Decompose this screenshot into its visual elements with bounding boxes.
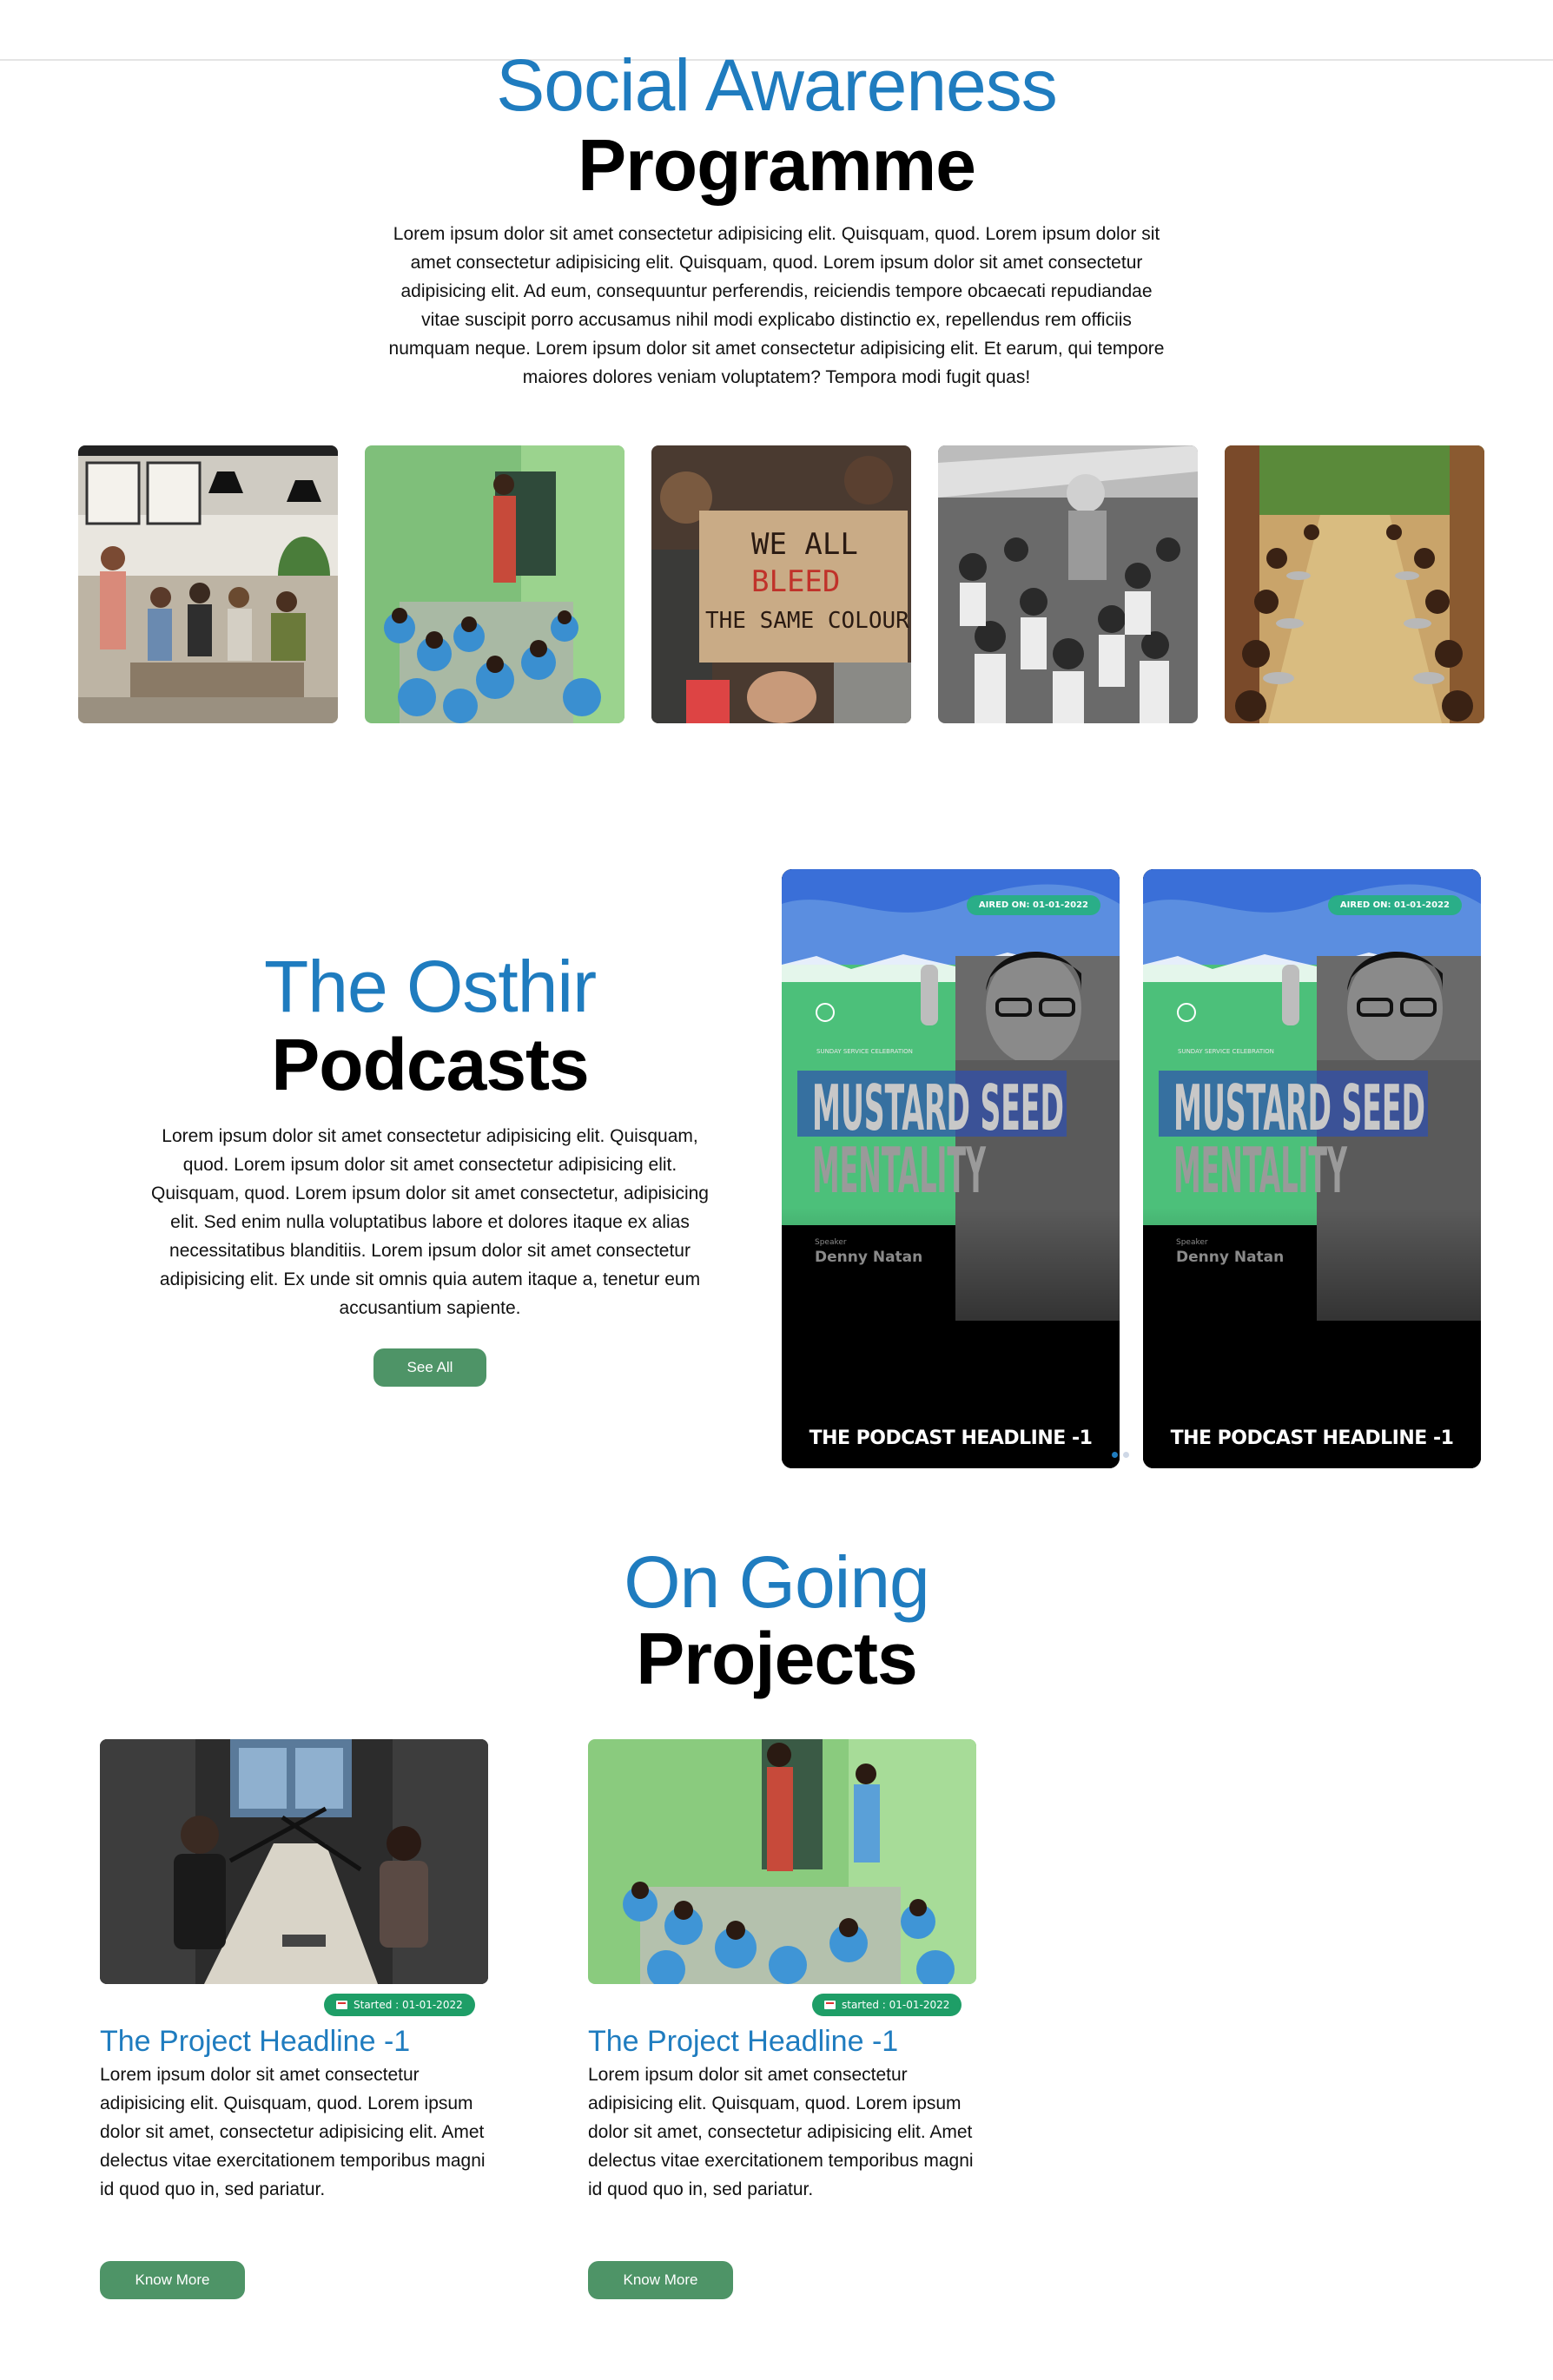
projects-heading: On Going Projects [0,1542,1553,1695]
aired-badge: AIRED ON: 01-01-2022 [966,895,1100,915]
classroom-children-photo[interactable] [365,445,625,723]
podcast-headline: THE PODCAST HEADLINE -1 [1170,1427,1454,1449]
project-title[interactable]: The Project Headline -1 [588,2025,898,2059]
sign-text-1: WE ALL [751,527,858,562]
workshop-photo[interactable] [78,445,338,723]
social-gallery: WE ALL BLEED THE SAME COLOUR [78,445,1485,723]
podcast-title-2: MENTALITY [812,1134,987,1207]
social-heading: Social Awareness Programme [0,43,1553,203]
podcasts-title-line1: The Osthir [263,946,597,1027]
podcasts-description: Lorem ipsum dolor sit amet consectetur a… [151,1126,709,1318]
podcast-card[interactable]: SUNDAY SERVICE CELEBRATION MUSTARD SEED … [782,869,1120,1468]
project-image-podcast-studio[interactable] [100,1739,488,1984]
see-all-button[interactable]: See All [373,1348,486,1387]
speaker-name: Denny Natan [815,1249,922,1266]
aired-badge: AIRED ON: 01-01-2022 [1327,895,1462,915]
speaker-label: Speaker [815,1238,847,1247]
project-description: Lorem ipsum dolor sit amet consectetur a… [588,2065,974,2199]
calendar-icon [336,2001,347,2009]
know-more-button[interactable]: Know More [100,2261,245,2299]
social-title-line2: Programme [578,124,976,206]
badge-text: started : 01-01-2022 [842,1999,950,2011]
social-title-line1: Social Awareness [496,44,1058,126]
know-more-button[interactable]: Know More [588,2261,733,2299]
project-start-badge: started : 01-01-2022 [812,1994,962,2016]
podcast-subtitle: SUNDAY SERVICE CELEBRATION [816,1048,913,1055]
calendar-icon [824,2001,836,2009]
podcasts-title-line2: Podcasts [271,1024,590,1105]
podcasts-heading: The Osthir Podcasts [83,946,777,1103]
children-meal-photo[interactable] [1225,445,1484,723]
protest-sign-photo[interactable]: WE ALL BLEED THE SAME COLOUR [651,445,911,723]
children-group-bw-photo[interactable] [938,445,1198,723]
project-description: Lorem ipsum dolor sit amet consectetur a… [100,2065,486,2199]
speaker-name: Denny Natan [1176,1249,1284,1266]
projects-title-line1: On Going [624,1541,930,1623]
project-start-badge: Started : 01-01-2022 [324,1994,475,2016]
podcast-title-2: MENTALITY [1173,1134,1348,1207]
social-description: Lorem ipsum dolor sit amet consectetur a… [388,224,1165,387]
carousel-dot[interactable] [1123,1452,1129,1458]
speaker-label: Speaker [1176,1238,1208,1247]
projects-title-line2: Projects [636,1618,918,1699]
podcast-subtitle: SUNDAY SERVICE CELEBRATION [1178,1048,1274,1055]
carousel-dots [1112,1447,1134,1462]
podcast-headline: THE PODCAST HEADLINE -1 [809,1427,1093,1449]
carousel-dot-active[interactable] [1112,1452,1118,1458]
badge-text: Started : 01-01-2022 [354,1999,463,2011]
project-title[interactable]: The Project Headline -1 [100,2025,410,2059]
project-image-classroom[interactable] [588,1739,976,1984]
sign-text-2: BLEED [751,564,840,599]
podcast-card[interactable]: SUNDAY SERVICE CELEBRATION MUSTARD SEED … [1143,869,1481,1468]
sign-text-3: THE SAME COLOUR [705,608,909,634]
